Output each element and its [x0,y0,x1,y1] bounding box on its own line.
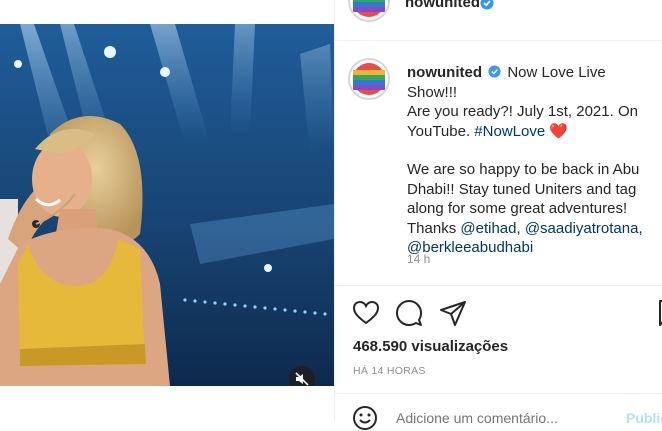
emoji-icon[interactable] [352,405,378,431]
post-caption: nowunited Now Love Live Show!!! Are you … [407,63,647,258]
post-timestamp[interactable]: HÁ 14 HORAS [353,365,426,377]
avatar-image [353,63,385,95]
mention-link[interactable]: @saadiyatrotana, [525,220,643,237]
header-username[interactable]: nowunited [405,0,480,11]
caption-line: along for some great adventures! [407,200,628,217]
verified-badge-icon [480,0,494,10]
caption-avatar[interactable] [348,58,390,100]
caption-line: YouTube. [407,122,471,140]
like-heart-icon[interactable] [352,299,380,327]
save-icon[interactable] [654,299,662,327]
mention-link[interactable]: @etihad, [460,220,520,237]
header-avatar[interactable] [348,0,390,22]
actions-divider [335,285,662,286]
thanks-text: Thanks [407,219,457,237]
caption-line: Dhabi!! Stay tuned Uniters and tag [407,180,637,198]
avatar-image [353,0,385,17]
mute-button[interactable] [289,366,315,386]
mute-icon [295,372,309,386]
publish-button[interactable]: Publicar [626,410,662,426]
share-icon[interactable] [439,299,467,327]
post-video[interactable] [0,24,334,386]
stage-scene-image [0,24,334,386]
hashtag-link[interactable]: #NowLove [474,123,545,140]
caption-username[interactable]: nowunited [407,64,482,81]
verified-badge-icon [488,65,501,78]
heart-emoji: ❤️ [549,122,569,140]
view-count[interactable]: 468.590 visualizações [353,338,508,355]
caption-line: We are so happy to be back in Abu [407,161,640,178]
comment-divider [335,393,662,394]
comment-input[interactable] [396,410,596,426]
panel-divider [334,0,335,420]
caption-timestamp[interactable]: 14 h [407,252,430,266]
caption-line: Are you ready?! July 1st, 2021. On [407,103,638,120]
comment-icon[interactable] [395,299,423,327]
